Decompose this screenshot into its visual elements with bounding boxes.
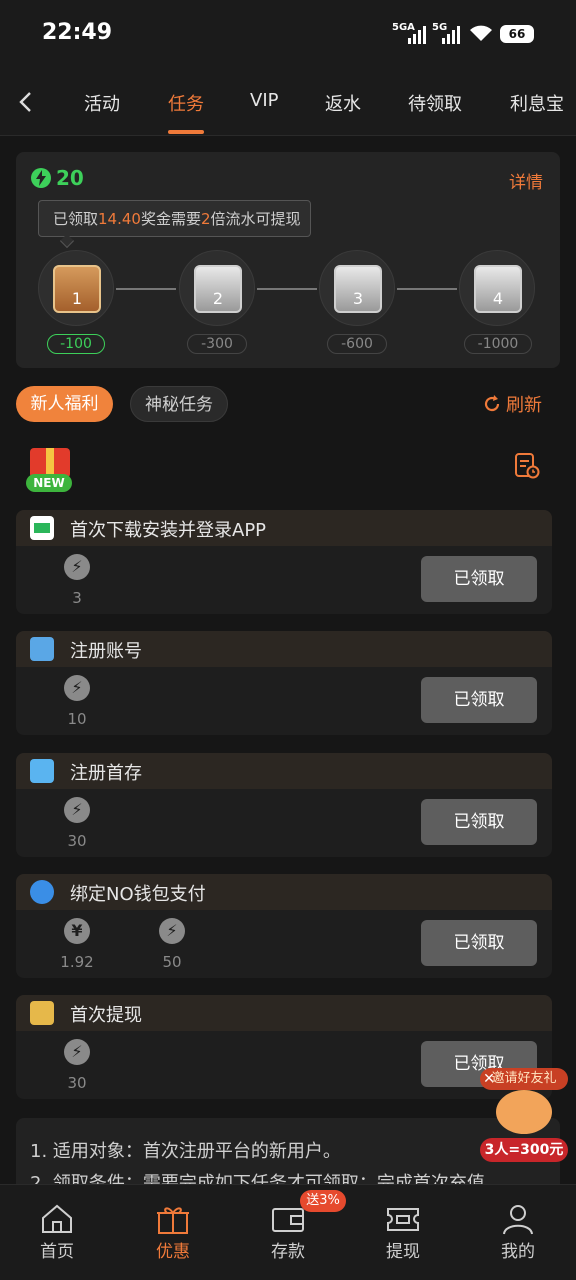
tip-amount: 14.40: [98, 210, 141, 228]
task-title: 首次下载安装并登录APP: [70, 520, 267, 541]
tab-interest[interactable]: 利息宝: [510, 90, 564, 116]
chest-2-threshold: -300: [187, 334, 247, 354]
chest-connector: [257, 288, 317, 290]
new-badge: NEW: [26, 474, 72, 492]
task-title: 注册首存: [70, 763, 142, 784]
chest-connector: [397, 288, 457, 290]
no-wallet-icon: [30, 880, 54, 904]
tip-suffix: 倍流水可提现: [210, 210, 301, 228]
chest-4-threshold: -1000: [464, 334, 532, 354]
tip-prefix: 已领取: [53, 210, 99, 228]
reward-value: 30: [67, 832, 87, 850]
task-title: 绑定NO钱包支付: [70, 884, 206, 905]
chest-number: 2: [212, 289, 224, 308]
task-title: 注册账号: [70, 641, 142, 662]
claimed-button[interactable]: 已领取: [421, 556, 537, 602]
card-icon: [30, 1001, 54, 1025]
tab-tasks[interactable]: 任务: [168, 90, 204, 116]
chest-number: 4: [492, 289, 504, 308]
status-bar: 22:49 5GA 5G 66: [0, 0, 576, 70]
points-value: 20: [56, 166, 84, 190]
reward-value: 3: [72, 589, 82, 607]
refresh-button[interactable]: 刷新: [506, 391, 542, 417]
reward-value: 30: [67, 1074, 87, 1092]
filter-newbie-welfare[interactable]: 新人福利: [16, 386, 113, 422]
app-download-icon: [30, 516, 54, 540]
task-card-bind-wallet: 绑定NO钱包支付 ¥ 1.92 ⚡ 50 已领取: [16, 874, 552, 978]
ticket-icon: [387, 1208, 419, 1231]
user-icon: [503, 1205, 533, 1235]
reward-value: 50: [162, 953, 182, 971]
invite-promo-widget[interactable]: 邀请好友礼 ✕ 3人=300元: [478, 1068, 570, 1162]
tab-activity[interactable]: 活动: [84, 90, 120, 116]
handshake-icon: [496, 1090, 552, 1134]
top-nav: 活动 任务 VIP 返水 待领取 利息宝: [0, 70, 576, 136]
claimed-button[interactable]: 已领取: [421, 920, 537, 966]
wallet-icon: [30, 759, 54, 783]
gift-icon: [157, 1207, 189, 1234]
bottom-nav: 首页 优惠 存款 提现 我的: [0, 1184, 576, 1280]
tab-pending[interactable]: 待领取: [408, 90, 462, 116]
chest-number: 3: [352, 289, 364, 308]
reward-value: 1.92: [60, 953, 94, 971]
chest-number: 1: [71, 289, 83, 308]
refresh-icon[interactable]: [482, 394, 502, 414]
close-icon[interactable]: ✕: [482, 1072, 496, 1086]
signal-bars-icon: [406, 24, 428, 44]
nav-withdraw[interactable]: 提现: [363, 1203, 443, 1262]
filter-mystery-tasks[interactable]: 神秘任务: [130, 386, 228, 422]
home-icon: [42, 1204, 72, 1233]
chest-connector: [116, 288, 176, 290]
bolt-icon: ⚡: [64, 797, 90, 823]
claimed-button[interactable]: 已领取: [421, 677, 537, 723]
tab-indicator: [168, 130, 204, 134]
chest-1-threshold: -100: [47, 334, 105, 354]
deposit-bonus-badge: 送3%: [300, 1190, 346, 1212]
chest-3-threshold: -600: [327, 334, 387, 354]
wallet-icon: [272, 1208, 304, 1232]
task-card-register: 注册账号 ⚡ 10 已领取: [16, 631, 552, 735]
nav-home[interactable]: 首页: [17, 1203, 97, 1262]
clock: 22:49: [42, 20, 113, 45]
details-link[interactable]: 详情: [509, 168, 543, 193]
tab-vip[interactable]: VIP: [250, 90, 278, 111]
task-card-first-deposit: 注册首存 ⚡ 30 已领取: [16, 753, 552, 857]
tip-mid: 奖金需要: [140, 210, 201, 228]
task-title: 首次提现: [70, 1005, 142, 1026]
new-gift-icon: NEW: [22, 442, 78, 492]
chest-2[interactable]: 2: [179, 250, 255, 326]
battery-icon: 66: [500, 25, 534, 43]
task-record-icon[interactable]: [513, 452, 541, 480]
task-card-first-withdraw: 首次提现 ⚡ 30 已领取: [16, 995, 552, 1099]
nav-offers[interactable]: 优惠: [133, 1203, 213, 1262]
bolt-icon: ⚡: [64, 675, 90, 701]
reward-value: 10: [67, 710, 87, 728]
reward-tooltip: 已领取14.40奖金需要2倍流水可提现: [38, 200, 311, 237]
chest-4[interactable]: 4: [459, 250, 535, 326]
task-card-download-app: 首次下载安装并登录APP ⚡ 3 已领取: [16, 510, 552, 614]
clipboard-check-icon: [30, 637, 54, 661]
tab-rebate[interactable]: 返水: [325, 90, 361, 116]
green-bolt-icon: [31, 168, 51, 188]
signal-bars-2-icon: [440, 24, 462, 44]
back-arrow-icon[interactable]: [14, 90, 38, 114]
bolt-icon: ⚡: [64, 1039, 90, 1065]
bolt-icon: ⚡: [64, 554, 90, 580]
yen-icon: ¥: [64, 918, 90, 944]
wifi-icon: [470, 25, 492, 41]
bolt-icon: ⚡: [159, 918, 185, 944]
promo-reward: 3人=300元: [480, 1138, 568, 1162]
nav-profile[interactable]: 我的: [478, 1203, 558, 1262]
tip-multiplier: 2: [200, 210, 211, 228]
chest-1[interactable]: 1: [38, 250, 114, 326]
claimed-button[interactable]: 已领取: [421, 799, 537, 845]
chest-3[interactable]: 3: [319, 250, 395, 326]
